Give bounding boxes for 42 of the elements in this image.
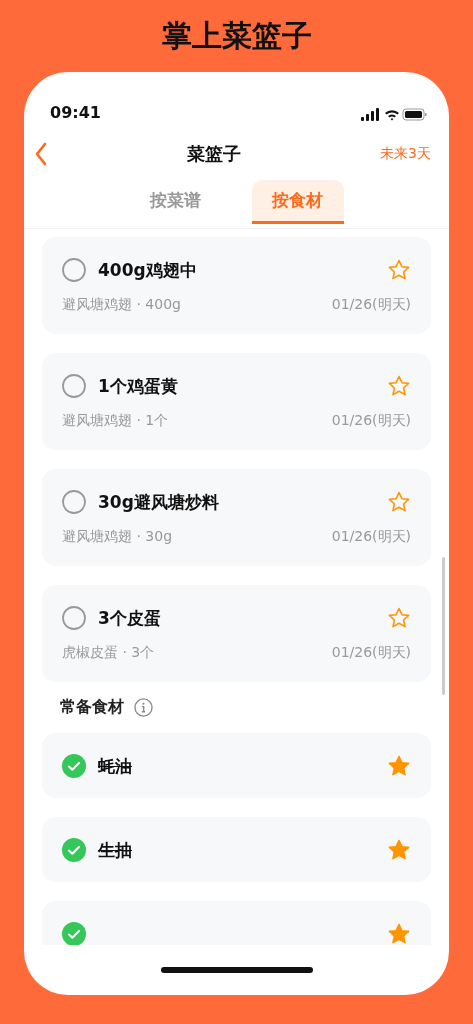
wifi-icon [385,110,399,121]
signal-icon [361,108,379,121]
checked-circle-icon[interactable] [62,754,86,778]
star-outline-icon[interactable] [387,606,411,630]
ingredient-name: 生抽 [98,838,133,862]
unchecked-circle-icon[interactable] [62,490,86,514]
date-label: 01/26(明天) [331,296,411,314]
date-label: 01/26(明天) [331,412,411,430]
ingredient-card[interactable]: 1个鸡蛋黄 避风塘鸡翅 · 1个 01/26(明天) [42,353,431,450]
date-label: 01/26(明天) [331,528,411,546]
recipe-detail: 虎椒皮蛋 · 3个 [62,644,155,662]
info-icon[interactable] [134,698,153,717]
unchecked-circle-icon[interactable] [62,606,86,630]
status-time: 09:41 [50,103,101,122]
date-label: 01/26(明天) [331,644,411,662]
ingredient-card[interactable]: 400g鸡翅中 避风塘鸡翅 · 400g 01/26(明天) [42,237,431,334]
battery-icon [402,108,427,121]
staple-card[interactable]: 生抽 [42,817,431,882]
ingredient-card[interactable]: 3个皮蛋 虎椒皮蛋 · 3个 01/26(明天) [42,585,431,682]
staple-card[interactable]: 蚝油 [42,733,431,798]
checked-circle-icon[interactable] [62,838,86,862]
star-outline-icon[interactable] [387,490,411,514]
star-outline-icon[interactable] [387,374,411,398]
ingredient-name: 30g避风塘炒料 [98,490,220,514]
recipe-detail: 避风塘鸡翅 · 30g [62,528,173,546]
screen-title: 菜篮子 [187,142,242,166]
ingredient-card[interactable]: 30g避风塘炒料 避风塘鸡翅 · 30g 01/26(明天) [42,469,431,566]
filled-star-icon[interactable] [387,922,411,945]
ingredient-name: 400g鸡翅中 [98,258,198,282]
ingredient-name: 3个皮蛋 [98,606,162,630]
unchecked-circle-icon[interactable] [62,374,86,398]
section-title: 常备食材 [60,697,124,718]
recipe-detail: 避风塘鸡翅 · 400g [62,296,181,314]
recipe-detail: 避风塘鸡翅 · 1个 [62,412,169,430]
star-outline-icon[interactable] [387,258,411,282]
app-title: 掌上菜篮子 [160,16,313,55]
ingredient-name: 蚝油 [98,754,133,778]
back-icon[interactable] [34,142,48,166]
filled-star-icon[interactable] [387,838,411,862]
unchecked-circle-icon[interactable] [62,258,86,282]
filled-star-icon[interactable] [387,754,411,778]
ingredient-name: 1个鸡蛋黄 [98,374,179,398]
